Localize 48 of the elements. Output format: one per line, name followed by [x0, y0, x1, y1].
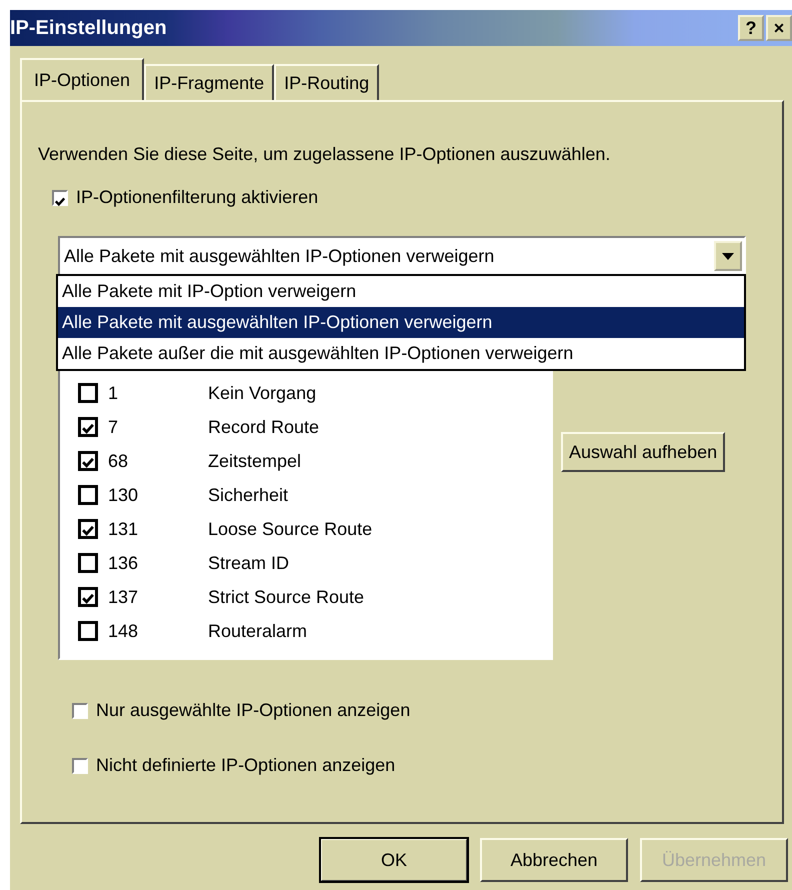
option-number: 131 — [107, 518, 140, 540]
tab[interactable]: IP-Optionen — [20, 58, 144, 100]
dropdown-option[interactable]: Alle Pakete mit ausgewählten IP-Optionen verweigern — [58, 307, 744, 338]
check-icon — [81, 456, 95, 470]
tab[interactable]: IP-Fragmente — [144, 64, 274, 100]
checkbox[interactable] — [78, 587, 98, 607]
option-number: 148 — [107, 620, 140, 642]
option-name: Routeralarm — [208, 620, 308, 642]
dialog-button[interactable]: OK — [320, 838, 468, 882]
check-icon — [81, 524, 95, 538]
checkbox[interactable] — [72, 758, 88, 774]
option-name: Record Route — [208, 416, 320, 438]
option-name: Loose Source Route — [208, 518, 372, 540]
checkbox[interactable] — [78, 451, 98, 471]
check-icon — [54, 196, 66, 208]
dropdown-option[interactable]: Alle Pakete mit IP-Option verweigern — [58, 276, 744, 307]
option-number: 7 — [107, 416, 120, 438]
help-button[interactable]: ? — [738, 15, 764, 41]
checkbox[interactable] — [78, 417, 98, 437]
option-number: 1 — [107, 382, 120, 404]
option-number: 136 — [107, 552, 140, 574]
option-number: 137 — [107, 586, 140, 608]
option-name: Stream ID — [208, 552, 290, 574]
option-name: Strict Source Route — [208, 586, 364, 608]
checkbox[interactable] — [78, 519, 98, 539]
check-icon — [81, 422, 95, 436]
option-number: 130 — [107, 484, 140, 506]
checkbox-label[interactable]: Nur ausgewählte IP-Optionen anzeigen — [96, 700, 410, 721]
option-name: Sicherheit — [208, 484, 288, 506]
checkbox-label[interactable]: IP-Optionenfilterung aktivieren — [76, 187, 318, 208]
checkbox[interactable] — [72, 702, 88, 718]
checkbox[interactable] — [52, 190, 68, 206]
description-text: Verwenden Sie diese Seite, um zugelassene IP-Optionen auszuwählen. — [38, 144, 612, 165]
dialog-button[interactable]: Abbrechen — [480, 838, 628, 882]
dropdown-option[interactable]: Alle Pakete außer die mit ausgewählten IP-Optionen verweigern — [58, 338, 744, 369]
check-icon — [81, 592, 95, 606]
close-button[interactable]: × — [766, 15, 792, 41]
window-title: IP-Einstellungen — [10, 16, 167, 40]
option-name: Zeitstempel — [208, 450, 302, 472]
checkbox[interactable] — [78, 621, 98, 641]
clear-selection-button[interactable]: Auswahl aufheben — [561, 432, 726, 472]
checkbox-label[interactable]: Nicht definierte IP-Optionen anzeigen — [96, 755, 396, 776]
checkbox[interactable] — [78, 383, 98, 403]
checkbox[interactable] — [78, 553, 98, 573]
tab[interactable]: IP-Routing — [274, 64, 380, 100]
option-number: 68 — [107, 450, 130, 472]
option-name: Kein Vorgang — [208, 382, 316, 404]
checkbox[interactable] — [78, 485, 98, 505]
